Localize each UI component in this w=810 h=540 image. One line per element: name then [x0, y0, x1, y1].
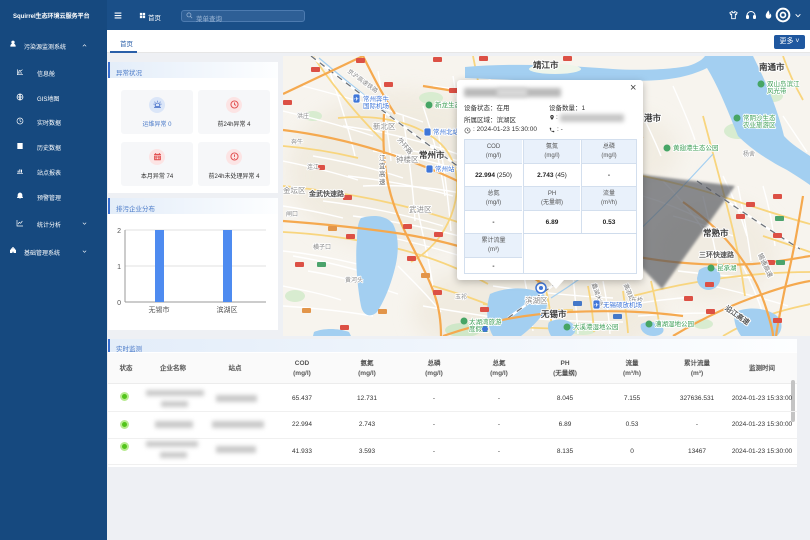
svg-text:✈: ✈ [594, 302, 599, 309]
svg-text:常州奔牛: 常州奔牛 [363, 94, 390, 103]
svg-text:无锡硕放机场: 无锡硕放机场 [603, 300, 643, 309]
svg-text:奔牛: 奔牛 [291, 138, 303, 146]
svg-text:常州北站: 常州北站 [433, 127, 460, 136]
svg-text:武进区: 武进区 [409, 204, 432, 214]
svg-text:黄河头: 黄河头 [345, 276, 363, 284]
svg-text:无锡市: 无锡市 [149, 305, 170, 314]
svg-text:常熟市: 常熟市 [703, 228, 729, 238]
svg-text:大溪港湿地公园: 大溪港湿地公园 [573, 322, 619, 331]
svg-text:金武快速路: 金武快速路 [308, 189, 345, 198]
svg-text:洪庄: 洪庄 [297, 112, 309, 120]
svg-text:✈: ✈ [354, 96, 359, 103]
svg-text:三环快速路: 三环快速路 [699, 250, 735, 259]
svg-text:农业旅游区: 农业旅游区 [743, 120, 776, 129]
svg-text:1: 1 [117, 264, 121, 271]
svg-text:无锡市: 无锡市 [540, 309, 567, 319]
svg-text:太湖湾旅游: 太湖湾旅游 [469, 317, 502, 326]
svg-text:漕湖湿地公园: 漕湖湿地公园 [655, 319, 694, 328]
svg-text:常阴沙生态: 常阴沙生态 [743, 113, 776, 122]
svg-text:宜: 宜 [379, 161, 386, 170]
svg-text:玉祁: 玉祁 [455, 293, 467, 301]
svg-text:黄翅港生态公园: 黄翅港生态公园 [673, 143, 719, 152]
svg-text:风光带: 风光带 [767, 86, 787, 95]
svg-text:速: 速 [379, 178, 386, 186]
svg-text:双山岛滨江: 双山岛滨江 [767, 79, 800, 88]
svg-text:靖江市: 靖江市 [533, 60, 559, 70]
svg-text:港市: 港市 [644, 113, 662, 123]
svg-text:0: 0 [117, 300, 121, 307]
svg-text:滨湖区: 滨湖区 [525, 295, 548, 305]
svg-text:2: 2 [117, 228, 121, 235]
svg-text:横子口: 横子口 [313, 243, 331, 251]
svg-text:金坛区: 金坛区 [283, 185, 306, 195]
svg-text:江: 江 [379, 154, 386, 162]
svg-text:国际机场: 国际机场 [363, 101, 390, 110]
svg-text:高: 高 [379, 169, 386, 178]
svg-text:昆承湖: 昆承湖 [717, 263, 737, 272]
svg-text:常州站: 常州站 [435, 164, 455, 173]
svg-text:南通市: 南通市 [759, 62, 785, 72]
svg-text:滨湖区: 滨湖区 [217, 305, 238, 314]
svg-text:新北区: 新北区 [373, 121, 396, 131]
svg-text:杨舍: 杨舍 [743, 150, 755, 158]
svg-text:闸口: 闸口 [286, 210, 298, 218]
svg-text:常州市: 常州市 [419, 150, 445, 160]
svg-text:连江: 连江 [307, 163, 319, 171]
